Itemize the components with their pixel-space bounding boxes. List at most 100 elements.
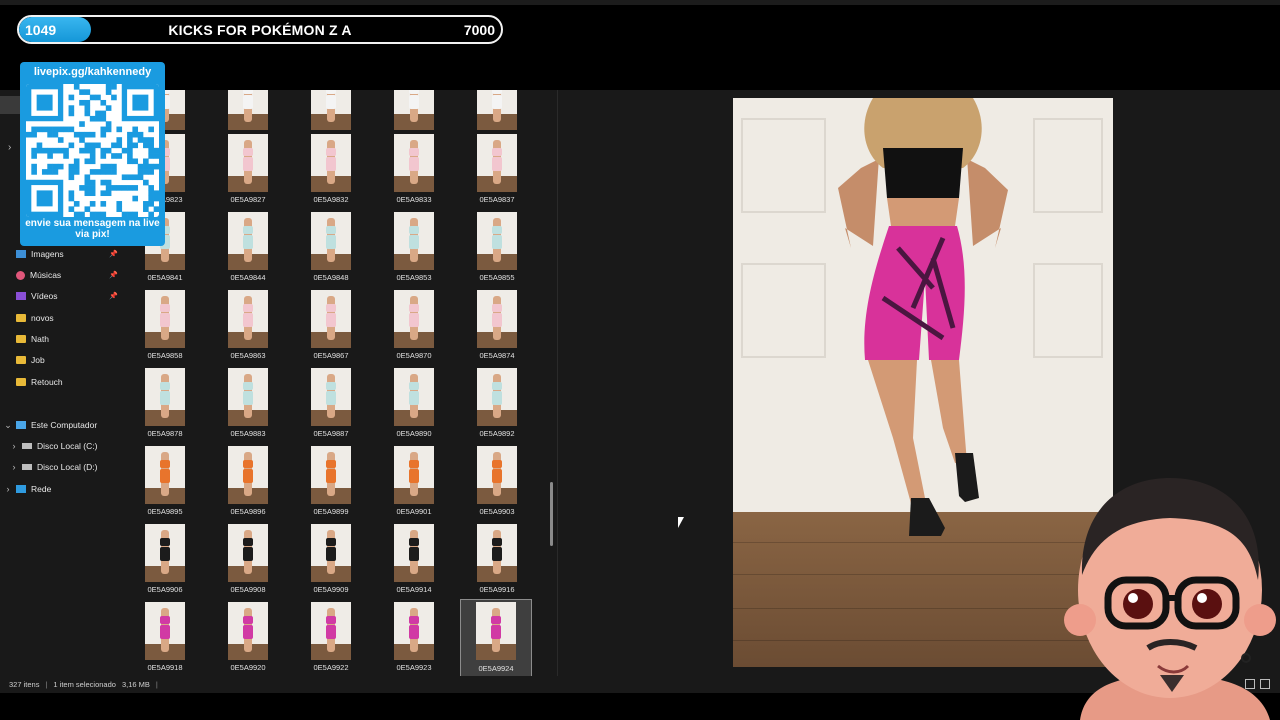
thumbnail-image: [394, 368, 434, 426]
file-thumbnail[interactable]: 0E5A9896: [213, 446, 283, 520]
file-grid: 0E5A98080E5A98100E5A98140E5A98150E5A9818…: [124, 90, 552, 676]
file-thumbnail[interactable]: 0E5A9858: [130, 290, 200, 364]
tree-item-disco-local-c[interactable]: › Disco Local (C:): [0, 436, 124, 456]
thumbnail-image: [477, 90, 517, 130]
file-name: 0E5A9906: [147, 585, 183, 594]
goal-target-value: 7000: [463, 22, 495, 38]
file-thumbnail[interactable]: 0E5A9874: [462, 290, 532, 364]
chevron-right-icon[interactable]: ›: [6, 462, 22, 472]
file-thumbnail[interactable]: 0E5A9908: [213, 524, 283, 598]
file-thumbnail[interactable]: 0E5A9895: [130, 446, 200, 520]
pin-icon: 📌: [109, 293, 118, 300]
file-name: 0E5A9903: [479, 507, 515, 516]
tree-item-label: Disco Local (D:): [37, 462, 98, 472]
file-thumbnail[interactable]: 0E5A9923: [379, 602, 449, 676]
file-thumbnail[interactable]: 0E5A9903: [462, 446, 532, 520]
thumbnail-image: [477, 524, 517, 582]
file-thumbnail[interactable]: 0E5A9916: [462, 524, 532, 598]
file-thumbnail[interactable]: 0E5A9867: [296, 290, 366, 364]
tree-item-disco-local-d[interactable]: › Disco Local (D:): [0, 457, 124, 477]
disk-icon: [22, 443, 32, 449]
file-name: 0E5A9914: [396, 585, 432, 594]
file-thumbnail[interactable]: 0E5A9878: [130, 368, 200, 442]
thumbnail-image: [228, 446, 268, 504]
file-thumbnail[interactable]: 0E5A9855: [462, 212, 532, 286]
file-name: 0E5A9874: [479, 351, 515, 360]
file-name: 0E5A9883: [230, 429, 266, 438]
file-thumbnail[interactable]: 0E5A9906: [130, 524, 200, 598]
chevron-right-icon[interactable]: ›: [0, 484, 16, 494]
sidebar-item-novos[interactable]: novos: [0, 308, 124, 328]
file-thumbnail[interactable]: 0E5A9914: [379, 524, 449, 598]
item-count: 327 itens: [9, 680, 40, 689]
file-thumbnail[interactable]: 0E5A9909: [296, 524, 366, 598]
tree-item-este-computador[interactable]: ⌄ Este Computador: [0, 415, 124, 435]
file-name: 0E5A9853: [396, 273, 432, 282]
file-thumbnail[interactable]: 0E5A9901: [379, 446, 449, 520]
preview-image: [733, 98, 1113, 667]
file-name: 0E5A9827: [230, 195, 266, 204]
file-thumbnail[interactable]: 0E5A9883: [213, 368, 283, 442]
chevron-right-icon[interactable]: ›: [6, 441, 22, 451]
file-thumbnail[interactable]: 0E5A9892: [462, 368, 532, 442]
thumbnail-image: [228, 134, 268, 192]
tree-item-rede[interactable]: › Rede: [0, 479, 124, 499]
sidebar-item-nath[interactable]: Nath: [0, 329, 124, 349]
file-thumbnail[interactable]: 0E5A9848: [296, 212, 366, 286]
goal-title: KICKS FOR POKÉMON Z A: [168, 22, 352, 38]
file-thumbnail[interactable]: 0E5A9899: [296, 446, 366, 520]
file-thumbnail[interactable]: 0E5A9837: [462, 134, 532, 208]
file-thumbnail[interactable]: 0E5A9832: [296, 134, 366, 208]
qr-code: [26, 84, 159, 217]
file-name: 0E5A9918: [147, 663, 183, 672]
file-name: 0E5A9908: [230, 585, 266, 594]
sidebar-item-retouch[interactable]: Retouch: [0, 372, 124, 392]
file-thumbnail[interactable]: 0E5A9833: [379, 134, 449, 208]
file-name: 0E5A9890: [396, 429, 432, 438]
file-name: 0E5A9924: [478, 664, 514, 673]
thumbnail-image: [394, 90, 434, 130]
thumbnail-image: [228, 212, 268, 270]
livepix-message: envie sua mensagem na live via pix!: [25, 218, 160, 240]
tree-item-label: Rede: [31, 484, 52, 494]
file-thumbnail[interactable]: 0E5A9827: [213, 134, 283, 208]
file-thumbnail[interactable]: 0E5A9920: [213, 602, 283, 676]
sidebar-item-label: Retouch: [31, 377, 63, 387]
file-thumbnail[interactable]: 0E5A9844: [213, 212, 283, 286]
file-thumbnail[interactable]: 0E5A9863: [213, 290, 283, 364]
file-name: 0E5A9909: [313, 585, 349, 594]
top-edge-line: [0, 0, 1280, 5]
quick-access-highlight: [0, 96, 20, 114]
thumbnail-image: [228, 90, 268, 130]
file-thumbnail[interactable]: 0E5A9918: [130, 602, 200, 676]
file-grid-scrollbar[interactable]: [550, 482, 553, 546]
chevron-down-icon[interactable]: ⌄: [0, 420, 16, 431]
expand-chevron-icon[interactable]: ›: [8, 142, 11, 153]
thumbnail-image: [145, 524, 185, 582]
sidebar-item-v-deos[interactable]: Vídeos 📌: [0, 286, 124, 306]
qr-code-icon: [26, 84, 159, 217]
status-separator: |: [155, 680, 158, 689]
file-thumbnail[interactable]: 0E5A9853: [379, 212, 449, 286]
file-name: 0E5A9923: [396, 663, 432, 672]
file-thumbnail[interactable]: 0E5A9924: [460, 599, 532, 676]
thumbnail-image: [145, 446, 185, 504]
sidebar-item-imagens[interactable]: Imagens 📌: [0, 244, 124, 264]
thumbnail-image: [477, 446, 517, 504]
sidebar-item-label: Nath: [31, 334, 49, 344]
thumbnail-image: [394, 212, 434, 270]
file-name: 0E5A9863: [230, 351, 266, 360]
thumbnail-image: [311, 212, 351, 270]
sidebar-item-job[interactable]: Job: [0, 350, 124, 370]
sidebar-item-label: Vídeos: [31, 291, 58, 301]
file-thumbnail[interactable]: 0E5A9870: [379, 290, 449, 364]
model-figure: [838, 98, 1008, 536]
thumbnail-image: [145, 602, 185, 660]
pin-icon: 📌: [109, 272, 118, 279]
file-thumbnail[interactable]: 0E5A9887: [296, 368, 366, 442]
file-thumbnail[interactable]: 0E5A9890: [379, 368, 449, 442]
file-thumbnail[interactable]: 0E5A9922: [296, 602, 366, 676]
sidebar-item-m-sicas[interactable]: Músicas 📌: [0, 265, 124, 285]
thumbnail-image: [394, 134, 434, 192]
thumbnail-image: [394, 446, 434, 504]
